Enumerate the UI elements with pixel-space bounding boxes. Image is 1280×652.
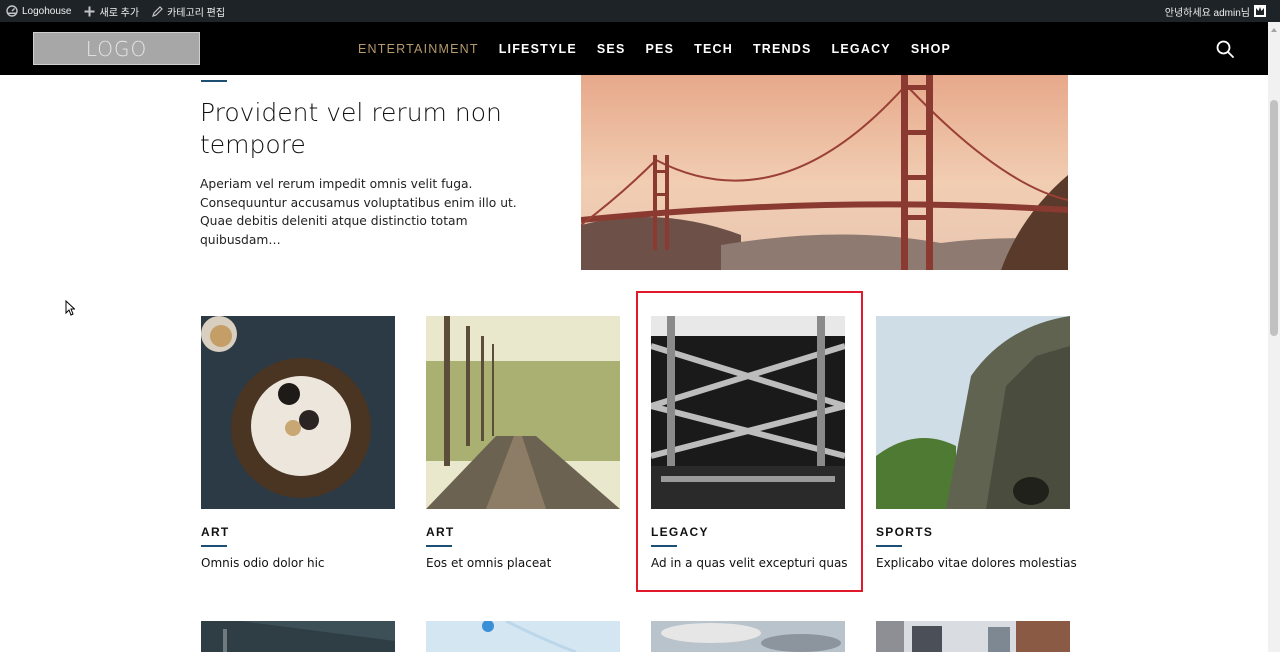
featured-post-title[interactable]: Provident vel rerum non tempore bbox=[200, 97, 560, 161]
avatar bbox=[1254, 5, 1266, 17]
post-card-category[interactable]: ART bbox=[201, 525, 230, 539]
post-card-image[interactable] bbox=[876, 316, 1070, 509]
nav-item-entertainment[interactable]: ENTERTAINMENT bbox=[358, 42, 479, 56]
pencil-icon bbox=[151, 5, 163, 17]
admin-edit-category[interactable]: 카테고리 편집 bbox=[145, 0, 231, 22]
admin-account-menu[interactable]: 안녕하세요 admin님 bbox=[1165, 4, 1280, 19]
admin-add-new-label: 새로 추가 bbox=[99, 7, 140, 19]
site-logo[interactable]: LOGO bbox=[33, 32, 200, 65]
post-card-image[interactable] bbox=[201, 316, 395, 509]
admin-add-new[interactable]: 새로 추가 bbox=[78, 0, 146, 22]
nav-item-lifestyle[interactable]: LIFESTYLE bbox=[499, 42, 577, 56]
category-underline bbox=[876, 545, 902, 547]
category-underline bbox=[651, 545, 677, 547]
scroll-up-arrow-icon[interactable] bbox=[1271, 28, 1277, 32]
category-underline bbox=[201, 545, 227, 547]
post-card-image[interactable] bbox=[201, 621, 395, 652]
post-card: SPORTS Explicabo vitae dolores molestias bbox=[876, 316, 1077, 570]
post-card-title[interactable]: Eos et omnis placeat bbox=[426, 556, 551, 570]
page-scrollbar[interactable] bbox=[1268, 22, 1280, 652]
post-card-image[interactable] bbox=[876, 621, 1070, 652]
featured-post-excerpt: Aperiam vel rerum impedit omnis velit fu… bbox=[200, 177, 517, 248]
main-nav: ENTERTAINMENT LIFESTYLE SES PES TECH TRENDS LE… bbox=[358, 22, 951, 75]
admin-bar: Logohouse 새로 추가 카테고리 편집 안녕하세요 admin님 bbox=[0, 0, 1280, 22]
featured-accent-line bbox=[201, 80, 227, 82]
post-card-category[interactable]: ART bbox=[426, 525, 455, 539]
nav-item-shop[interactable]: SHOP bbox=[911, 42, 951, 56]
nav-item-trends[interactable]: TRENDS bbox=[753, 42, 812, 56]
scrollbar-thumb[interactable] bbox=[1270, 100, 1278, 336]
post-card: ART Omnis odio dolor hic bbox=[201, 316, 395, 570]
post-card-image[interactable] bbox=[651, 316, 845, 509]
admin-site-name: Logohouse bbox=[22, 5, 72, 17]
dashboard-icon bbox=[6, 5, 18, 17]
nav-item-legacy[interactable]: LEGACY bbox=[832, 42, 891, 56]
post-card-title[interactable]: Ad in a quas velit excepturi quas bbox=[651, 556, 848, 570]
admin-site-menu[interactable]: Logohouse bbox=[0, 0, 78, 22]
post-card-title[interactable]: Omnis odio dolor hic bbox=[201, 556, 325, 570]
featured-post-image[interactable] bbox=[581, 75, 1068, 270]
admin-edit-category-label: 카테고리 편집 bbox=[167, 7, 226, 19]
post-card-title[interactable]: Explicabo vitae dolores molestias bbox=[876, 556, 1077, 570]
nav-item-ses[interactable]: SES bbox=[597, 42, 626, 56]
site-header: LOGO ENTERTAINMENT LIFESTYLE SES PES TECH TRE… bbox=[0, 22, 1268, 75]
post-card-image[interactable] bbox=[651, 621, 845, 652]
nav-item-pes[interactable]: PES bbox=[646, 42, 675, 56]
nav-item-tech[interactable]: TECH bbox=[694, 42, 733, 56]
post-card: LEGACY Ad in a quas velit excepturi quas bbox=[651, 316, 848, 570]
post-card-category[interactable]: LEGACY bbox=[651, 525, 709, 539]
mouse-cursor-icon bbox=[65, 299, 76, 321]
category-underline bbox=[426, 545, 452, 547]
post-card-image[interactable] bbox=[426, 316, 620, 509]
plus-icon bbox=[84, 5, 96, 17]
admin-greeting: 안녕하세요 admin님 bbox=[1164, 7, 1250, 19]
post-card: ART Eos et omnis placeat bbox=[426, 316, 620, 570]
search-icon[interactable] bbox=[1215, 39, 1235, 59]
post-card-image[interactable] bbox=[426, 621, 620, 652]
post-card-category[interactable]: SPORTS bbox=[876, 525, 933, 539]
